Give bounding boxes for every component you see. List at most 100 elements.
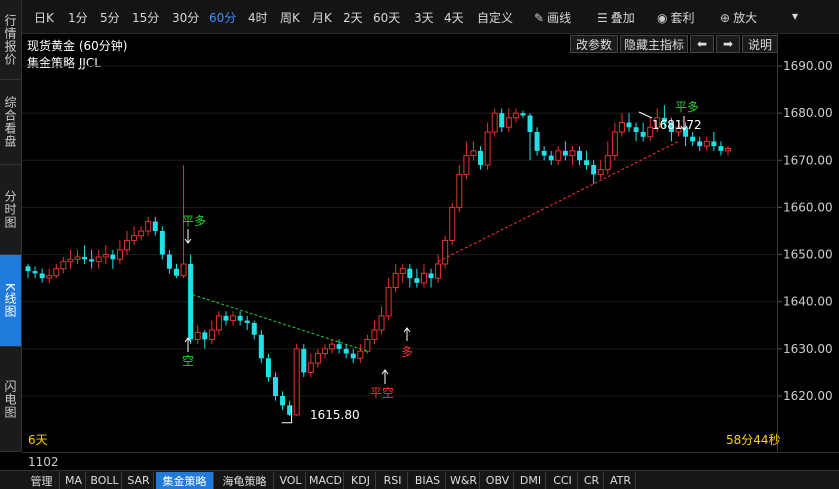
candle-body-86 (633, 127, 639, 132)
nav-tab-2[interactable]: 分时图 (0, 165, 21, 255)
candle-body-17 (145, 221, 152, 232)
indicator-tab-9[interactable]: RSI (378, 472, 408, 489)
candle-body-70 (520, 113, 526, 116)
candle-body-0 (25, 266, 31, 272)
candle-body-53 (399, 268, 406, 274)
candle-body-95 (697, 141, 703, 147)
bar-count: 1102 (28, 455, 59, 469)
nav-tab-3[interactable]: K线图 (0, 255, 21, 347)
candlestick-chart[interactable]: 1690.00 1680.00 1670.00 1660.00 1650.00 1640.… (22, 0, 839, 452)
candle-body-1 (32, 271, 38, 274)
candle-body-94 (690, 136, 696, 142)
candle-body-49 (371, 329, 378, 340)
y-tick-label-6: 1630.00 (783, 342, 833, 356)
nav-tab-0[interactable]: 行情报价 (0, 0, 21, 80)
candle-body-31 (244, 320, 250, 323)
candle-body-98 (718, 146, 724, 151)
candle-body-14 (123, 239, 130, 251)
candle-body-20 (166, 254, 172, 269)
candle-body-87 (640, 132, 646, 137)
candle-body-71 (527, 115, 533, 132)
indicator-tab-11[interactable]: W&R (448, 472, 480, 489)
candle-body-44 (336, 344, 342, 349)
candle-body-32 (251, 322, 257, 335)
candle-body-74 (548, 155, 554, 161)
indicator-tab-10[interactable]: BIAS (410, 472, 446, 489)
candle-body-61 (456, 173, 463, 208)
candle-body-41 (314, 353, 321, 364)
nav-tab-4[interactable]: 闪电图 (0, 347, 21, 452)
candle-body-2 (39, 273, 45, 279)
y-tick-label-5: 1640.00 (783, 295, 833, 309)
candle-body-75 (555, 150, 562, 161)
candle-body-22 (180, 263, 187, 277)
candle-body-27 (215, 315, 222, 331)
y-tick-label-0: 1690.00 (783, 59, 833, 73)
candle-body-63 (470, 150, 477, 157)
indicator-tab-8[interactable]: KDJ (346, 472, 376, 489)
candle-body-78 (577, 150, 583, 161)
indicator-tab-16[interactable]: ATR (606, 472, 636, 489)
y-tick-label-4: 1650.00 (783, 248, 833, 262)
candle-body-60 (449, 206, 456, 241)
y-tick-label-1: 1680.00 (783, 106, 833, 120)
indicator-tab-5[interactable]: 海龟策略 (216, 472, 274, 489)
candle-body-50 (378, 315, 385, 331)
candle-body-73 (541, 150, 547, 156)
indicator-tab-13[interactable]: DMI (516, 472, 546, 489)
candle-body-97 (711, 141, 717, 147)
candle-body-72 (534, 132, 540, 151)
signal-duo: 多 (401, 345, 413, 359)
candle-body-30 (237, 315, 243, 321)
indicator-tab-12[interactable]: OBV (482, 472, 514, 489)
candle-body-43 (329, 343, 336, 350)
y-tick-label-3: 1660.00 (783, 200, 833, 214)
nav-tab-1[interactable]: 综合看盘 (0, 80, 21, 165)
candle-body-7 (74, 256, 81, 260)
candle-body-82 (604, 155, 611, 171)
candle-body-67 (499, 113, 505, 128)
y-tick-label-7: 1620.00 (783, 389, 833, 403)
indicator-tab-14[interactable]: CCI (548, 472, 578, 489)
candle-body-69 (512, 112, 519, 119)
candle-body-51 (385, 287, 392, 317)
candle-body-25 (202, 332, 208, 340)
indicator-tabs: 管理 MA BOLL SAR 集金策略 海龟策略 VOL MACD KDJ RSI BIAS W&R O… (0, 470, 839, 489)
candle-body-16 (138, 230, 145, 237)
candle-body-26 (208, 329, 215, 340)
candle-body-52 (392, 272, 399, 289)
candle-body-6 (67, 258, 74, 263)
indicator-tab-0[interactable]: 管理 (24, 472, 60, 489)
indicator-tab-4[interactable]: 集金策略 (156, 472, 214, 489)
candle-body-62 (463, 155, 470, 175)
candle-body-54 (407, 268, 413, 279)
candle-body-15 (131, 235, 138, 241)
candle-body-18 (152, 221, 158, 231)
candle-body-68 (505, 117, 512, 128)
status-bar: 1102 (22, 452, 839, 470)
indicator-tab-15[interactable]: CR (580, 472, 604, 489)
indicator-tab-7[interactable]: MACD (308, 472, 344, 489)
candle-body-55 (414, 278, 420, 283)
candle-body-5 (60, 261, 67, 270)
signal-ping-kong: 平空 (370, 386, 394, 400)
signal-ping-duo-1: 平多 (182, 214, 206, 228)
candle-body-66 (491, 112, 498, 133)
candle-body-79 (584, 160, 590, 165)
candle-body-24 (194, 331, 201, 340)
candle-body-9 (89, 259, 95, 262)
candle-body-46 (350, 353, 356, 359)
indicator-tab-1[interactable]: MA (62, 472, 86, 489)
candle-body-12 (110, 254, 116, 260)
y-tick-label-2: 1670.00 (783, 153, 833, 167)
indicator-tab-2[interactable]: BOLL (88, 472, 122, 489)
indicator-tab-6[interactable]: VOL (276, 472, 306, 489)
candle-body-28 (223, 315, 229, 321)
candle-body-40 (307, 362, 314, 373)
left-navigation: 行情报价 综合看盘 分时图 K线图 闪电图 (0, 0, 22, 452)
indicator-tab-3[interactable]: SAR (124, 472, 154, 489)
candle-body-83 (611, 131, 618, 157)
candle-body-33 (258, 334, 264, 359)
low-price-label: 1615.80 (310, 408, 360, 422)
candle-body-77 (569, 150, 576, 157)
